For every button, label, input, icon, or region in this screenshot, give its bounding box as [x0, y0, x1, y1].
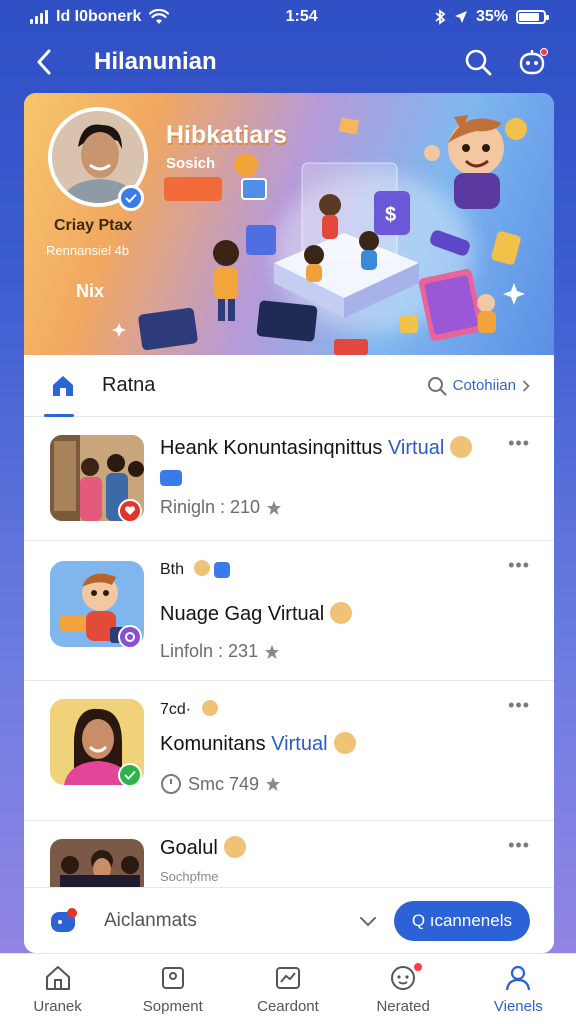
- profile-name: Criay Ptax: [54, 217, 133, 234]
- community-label: Bth: [160, 559, 231, 579]
- search-button[interactable]: [458, 42, 498, 82]
- hero-banner: $ Criay Ptax Rennansiel 4b Hibkatiars So…: [24, 93, 554, 355]
- emoji-icon: [194, 559, 211, 576]
- battery-percent: 35%: [475, 8, 508, 25]
- notifications-button[interactable]: [512, 42, 552, 82]
- chevron-right-icon: [522, 379, 530, 392]
- page-title: Hilanunian: [94, 48, 217, 75]
- battery-icon: [515, 10, 549, 24]
- chevron-down-icon[interactable]: [356, 909, 380, 933]
- home-icon: [45, 966, 70, 990]
- tab-active-label[interactable]: Ratna: [102, 374, 427, 397]
- action-button[interactable]: Q ıcannenels: [393, 900, 530, 941]
- nav-item-vienels[interactable]: Vienels: [468, 964, 568, 1015]
- svg-text:$: $: [385, 204, 396, 226]
- nav-item-ceardont[interactable]: Ceardont: [238, 964, 338, 1015]
- chart-icon: [275, 967, 300, 989]
- heart-badge-icon: [118, 499, 142, 523]
- community-meta: Smc 749: [160, 773, 281, 795]
- bluetooth-icon: [435, 9, 446, 25]
- chat-icon[interactable]: [48, 905, 80, 937]
- clock-icon: [161, 774, 181, 794]
- main-card: $ Criay Ptax Rennansiel 4b Hibkatiars So…: [24, 93, 554, 953]
- banner-tag: Nix: [76, 281, 105, 301]
- banner-chip: Sosich: [166, 155, 216, 172]
- user-icon: [506, 965, 531, 991]
- community-title: Komunitans Virtual: [160, 731, 356, 756]
- star-icon: [265, 644, 280, 659]
- community-label: 7cd·: [160, 699, 218, 719]
- star-icon: [266, 777, 281, 791]
- category-search-link[interactable]: Cotohiian: [427, 376, 530, 396]
- community-meta: Linfoln : 231: [160, 641, 280, 662]
- notification-dot: [413, 962, 424, 972]
- tag-badge: [160, 469, 182, 487]
- verified-icon: [118, 185, 144, 211]
- home-icon: [53, 375, 73, 396]
- star-icon: [267, 500, 282, 515]
- app-header: Hilanunian: [0, 34, 576, 90]
- emoji-icon: [333, 731, 356, 754]
- more-options-button[interactable]: •••: [508, 695, 530, 716]
- check-badge-icon: [118, 763, 142, 787]
- community-title: Heank Konuntasinqnittus Virtual: [160, 435, 473, 460]
- back-button[interactable]: [24, 42, 64, 82]
- section-tabbar: Ratna Cotohiian: [24, 355, 554, 417]
- bottom-nav: Uranek Sopment Ceardont Nerated Vienels: [0, 953, 576, 1024]
- nav-item-home[interactable]: Uranek: [8, 964, 108, 1015]
- nav-item-sopment[interactable]: Sopment: [123, 964, 223, 1015]
- list-item[interactable]: 7cd· Komunitans Virtual Smc 749 •••: [24, 681, 554, 821]
- action-label: Aiclanmats: [104, 909, 197, 931]
- community-thumbnail: [50, 839, 144, 891]
- emoji-icon: [223, 835, 246, 858]
- emoji-icon: [330, 601, 353, 624]
- status-bar: Id I0bonerk 1:54 35%: [0, 0, 576, 34]
- chevron-left-icon: [37, 49, 51, 75]
- list-item[interactable]: Bth Nuage Gag Virtual Linfoln : 231 •••: [24, 541, 554, 681]
- emoji-icon: [201, 699, 218, 716]
- square-icon: [161, 967, 184, 989]
- community-meta: Rinigln : 210: [160, 497, 282, 518]
- location-icon: [454, 11, 467, 23]
- community-list: Heank Konuntasinqnittus Virtual Rinigln …: [24, 417, 554, 891]
- community-title: Nuage Gag Virtual: [160, 601, 353, 626]
- emoji-icon: [450, 435, 473, 458]
- music-badge-icon: [118, 625, 142, 649]
- nav-item-nerated[interactable]: Nerated: [353, 962, 453, 1015]
- list-item[interactable]: Goalul Sochpfme •••: [24, 821, 554, 891]
- notification-dot: [540, 48, 548, 56]
- action-row: Aiclanmats Q ıcannenels: [24, 887, 554, 953]
- more-options-button[interactable]: •••: [508, 835, 530, 856]
- category-search-label: Cotohiian: [452, 377, 516, 394]
- carrier-label: Id I0bonerk: [56, 8, 142, 25]
- tab-home[interactable]: [44, 371, 78, 417]
- banner-title: Hibkatiars: [166, 121, 287, 149]
- list-item[interactable]: Heank Konuntasinqnittus Virtual Rinigln …: [24, 417, 554, 541]
- signal-icon: [30, 10, 48, 24]
- wifi-icon: [149, 9, 170, 24]
- community-title: Goalul: [160, 835, 246, 860]
- profile-subtitle: Rennansiel 4b: [46, 243, 130, 258]
- search-icon: [465, 49, 492, 76]
- verified-icon: [214, 561, 231, 578]
- search-icon: [427, 376, 447, 395]
- clock: 1:54: [285, 8, 318, 25]
- more-options-button[interactable]: •••: [508, 555, 530, 576]
- community-meta: Sochpfme: [160, 869, 219, 884]
- more-options-button[interactable]: •••: [508, 433, 530, 454]
